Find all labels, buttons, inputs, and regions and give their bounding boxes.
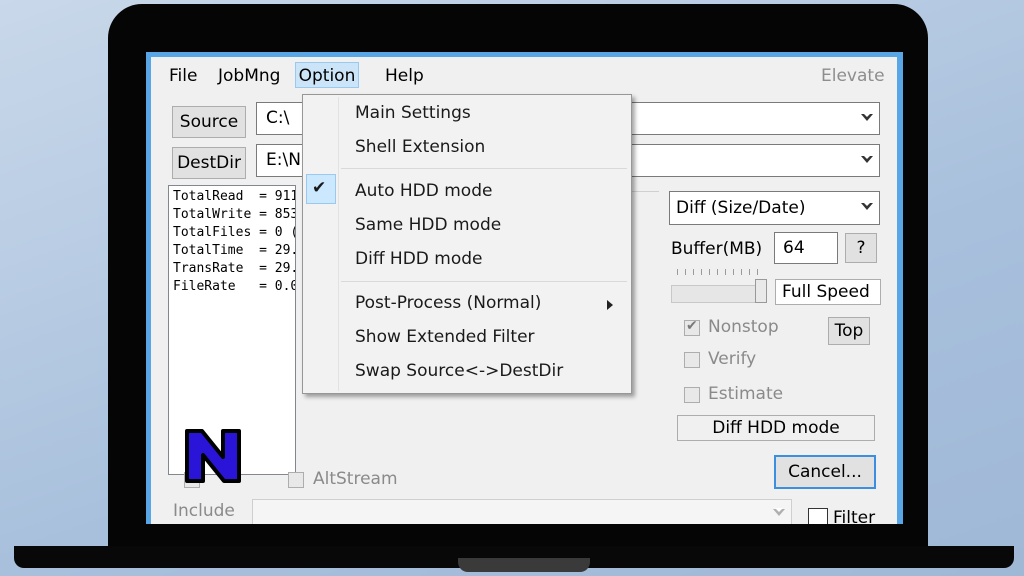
menu-separator bbox=[341, 168, 627, 169]
log-line: FileRate = 0.0 bbox=[173, 279, 296, 294]
menu-item-post-process[interactable]: Post-Process (Normal) bbox=[355, 293, 541, 313]
destdir-button[interactable]: DestDir bbox=[172, 147, 246, 179]
destdir-path-value: E:\N bbox=[266, 150, 301, 170]
hdd-mode-status-text: Diff HDD mode bbox=[712, 418, 840, 438]
menu-jobmng[interactable]: JobMng bbox=[212, 64, 286, 88]
menu-item-shell-extension[interactable]: Shell Extension bbox=[355, 137, 485, 157]
menu-file[interactable]: File bbox=[163, 64, 203, 88]
buffer-input[interactable]: 64 bbox=[774, 232, 838, 264]
menu-elevate[interactable]: Elevate bbox=[815, 64, 891, 88]
menu-item-main-settings[interactable]: Main Settings bbox=[355, 103, 471, 123]
help-button[interactable]: ? bbox=[845, 233, 877, 263]
chevron-down-icon[interactable] bbox=[861, 154, 873, 163]
speed-display: Full Speed bbox=[775, 279, 881, 305]
checkmark-icon: ✔ bbox=[312, 178, 327, 198]
menu-separator bbox=[341, 281, 627, 282]
menu-gutter bbox=[338, 97, 339, 391]
altstream-checkbox[interactable] bbox=[288, 472, 304, 488]
hdd-mode-status: Diff HDD mode bbox=[677, 415, 875, 441]
log-line: TotalTime = 29. bbox=[173, 243, 296, 258]
n-logo-icon: N bbox=[185, 429, 241, 483]
option-dropdown-menu: Main Settings Shell Extension ✔ Auto HDD… bbox=[302, 94, 632, 394]
buffer-label: Buffer(MB) bbox=[671, 239, 763, 259]
menu-item-swap-source-destdir[interactable]: Swap Source<->DestDir bbox=[355, 361, 563, 381]
source-button[interactable]: Source bbox=[172, 106, 246, 138]
cancel-button[interactable]: Cancel... bbox=[774, 455, 876, 489]
copy-mode-value: Diff (Size/Date) bbox=[676, 198, 806, 218]
chevron-down-icon[interactable] bbox=[773, 508, 785, 516]
altstream-label: AltStream bbox=[313, 469, 398, 489]
menu-item-diff-hdd-mode[interactable]: Diff HDD mode bbox=[355, 249, 483, 269]
menu-item-show-extended-filter[interactable]: Show Extended Filter bbox=[355, 327, 535, 347]
include-filter-combo[interactable] bbox=[252, 499, 792, 524]
fastcopy-window: File JobMng Option Help Elevate Source C… bbox=[151, 57, 897, 524]
copy-mode-select[interactable]: Diff (Size/Date) bbox=[669, 191, 880, 225]
top-button[interactable]: Top bbox=[828, 317, 870, 345]
nonstop-label: Nonstop bbox=[708, 317, 779, 337]
menu-item-same-hdd-mode[interactable]: Same HDD mode bbox=[355, 215, 501, 235]
speed-slider[interactable] bbox=[671, 285, 767, 303]
chevron-down-icon[interactable] bbox=[861, 112, 873, 121]
speed-label: Full Speed bbox=[782, 282, 870, 302]
nonstop-checkbox[interactable] bbox=[684, 318, 700, 336]
log-line: TotalFiles = 0 ( bbox=[173, 225, 296, 240]
chevron-down-icon[interactable] bbox=[861, 202, 873, 210]
source-path-value: C:\ bbox=[266, 108, 290, 128]
submenu-arrow-icon bbox=[607, 300, 613, 310]
verify-checkbox[interactable] bbox=[684, 352, 700, 368]
group-frame-line bbox=[631, 191, 659, 192]
log-line: TransRate = 29. bbox=[173, 261, 296, 276]
screen: File JobMng Option Help Elevate Source C… bbox=[146, 52, 903, 524]
log-line: TotalRead = 911 bbox=[173, 189, 296, 204]
buffer-value: 64 bbox=[783, 238, 805, 258]
estimate-checkbox[interactable] bbox=[684, 387, 700, 403]
include-label: Include bbox=[173, 501, 235, 521]
laptop-notch bbox=[458, 558, 590, 572]
menu-help[interactable]: Help bbox=[379, 64, 430, 88]
menu-item-auto-hdd-mode[interactable]: Auto HDD mode bbox=[355, 181, 492, 201]
estimate-label: Estimate bbox=[708, 384, 784, 404]
menu-option[interactable]: Option bbox=[295, 62, 359, 88]
speed-slider-thumb[interactable] bbox=[755, 279, 767, 303]
filter-checkbox[interactable] bbox=[808, 508, 828, 524]
verify-label: Verify bbox=[708, 349, 757, 369]
filter-label: Filter bbox=[833, 508, 876, 524]
log-line: TotalWrite = 853 bbox=[173, 207, 296, 222]
speed-slider-ticks bbox=[677, 269, 763, 275]
